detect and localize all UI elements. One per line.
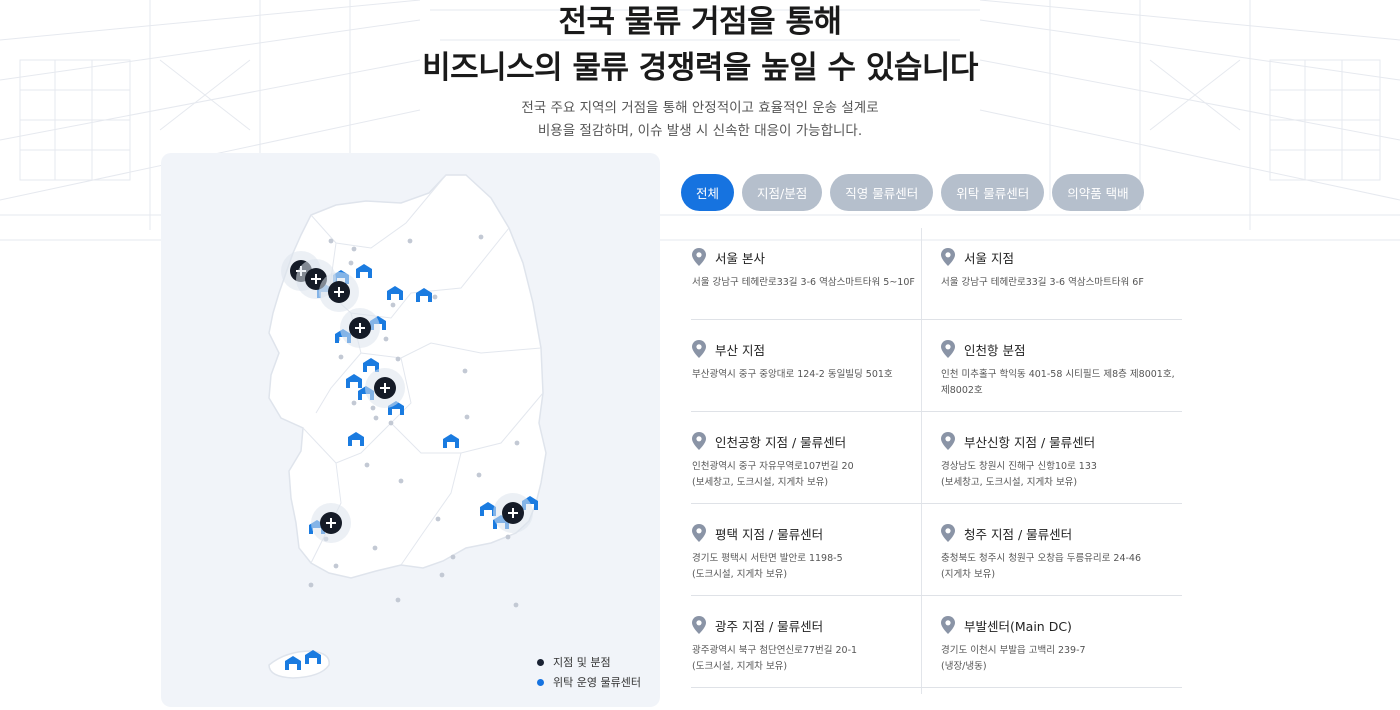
- location-name: 서울 본사: [715, 250, 765, 266]
- location-name: 인천항 분점: [964, 342, 1026, 358]
- location-address: 경상남도 창원시 진해구 신항10로 133 (보세창고, 도크시설, 지게차 …: [941, 461, 1097, 488]
- city-dot: [439, 572, 445, 578]
- map-pin-icon: [692, 248, 706, 266]
- map-pin-icon: [692, 432, 706, 450]
- location-address: 부산광역시 중구 중앙대로 124-2 동일빌딩 501호: [692, 369, 893, 380]
- branch-marker-icon[interactable]: [319, 272, 359, 312]
- location-item[interactable]: 서울 지점 서울 강남구 테헤란로33길 3-6 역삼스마트타워 6F: [941, 248, 1181, 291]
- city-dot: [351, 246, 357, 252]
- location-name: 광주 지점 / 물류센터: [715, 618, 824, 634]
- location-item[interactable]: 인천공항 지점 / 물류센터 인천광역시 중구 자유무역로107번길 20 (보…: [692, 432, 932, 490]
- city-dot: [395, 597, 401, 603]
- korea-map-card: 지점 및 분점 위탁 운영 물류센터: [161, 153, 660, 707]
- korea-map: [268, 174, 547, 679]
- city-dot: [373, 415, 379, 421]
- tab-all[interactable]: 전체: [681, 174, 735, 211]
- page-title-line1: 전국 물류 거점을 통해: [558, 4, 842, 40]
- map-pin-icon: [941, 248, 955, 266]
- legend-label: 지점 및 분점: [553, 656, 611, 669]
- tab-consigned-center[interactable]: 위탁 물류센터: [941, 174, 1045, 211]
- legend-dot-icon: [537, 658, 544, 666]
- map-pin-icon: [692, 616, 706, 634]
- location-name: 부발센터(Main DC): [964, 618, 1072, 634]
- location-address: 서울 강남구 테헤란로33길 3-6 역삼스마트타워 5~10F: [692, 277, 915, 288]
- page-title-line2: 비즈니스의 물류 경쟁력을 높일 수 있습니다: [422, 50, 978, 86]
- location-row: 광주 지점 / 물류센터 광주광역시 북구 첨단연신로77번길 20-1 (도크…: [691, 596, 1182, 688]
- map-pin-icon: [692, 340, 706, 358]
- location-address: 충청북도 청주시 청원구 오창읍 두릉유리로 24-46 (지게차 보유): [941, 553, 1142, 580]
- location-address: 경기도 평택시 서탄면 발안로 1198-5 (도크시설, 지게차 보유): [692, 553, 843, 580]
- location-item[interactable]: 인천항 분점 인천 미추홀구 학익동 401-58 시티필드 제8층 제8001…: [941, 340, 1181, 398]
- map-pin-icon: [941, 524, 955, 542]
- city-dot: [351, 400, 357, 406]
- location-address: 인천 미추홀구 학익동 401-58 시티필드 제8층 제8001호, 제800…: [941, 369, 1175, 396]
- legend-label: 위탁 운영 물류센터: [553, 676, 641, 689]
- city-dot: [383, 336, 389, 342]
- legend-dot-icon: [537, 678, 544, 686]
- city-dot: [364, 462, 370, 468]
- city-dot: [513, 602, 519, 608]
- city-dot: [450, 554, 456, 560]
- city-dot: [398, 478, 404, 484]
- city-dot: [395, 356, 401, 362]
- branch-marker-icon[interactable]: [493, 493, 533, 533]
- location-item[interactable]: 부발센터(Main DC) 경기도 이천시 부발읍 고백리 239-7 (냉장/…: [941, 616, 1181, 674]
- location-name: 부산 지점: [715, 342, 765, 358]
- city-dot: [338, 354, 344, 360]
- location-filter-tabs: 전체 지점/분점 직영 물류센터 위탁 물류센터 의약품 택배: [681, 174, 1152, 211]
- location-item[interactable]: 광주 지점 / 물류센터 광주광역시 북구 첨단연신로77번길 20-1 (도크…: [692, 616, 932, 674]
- branch-marker-icon[interactable]: [365, 368, 405, 408]
- city-dot: [464, 414, 470, 420]
- city-dot: [432, 294, 438, 300]
- city-dot: [308, 582, 314, 588]
- city-dot: [407, 238, 413, 244]
- city-dot: [328, 238, 334, 244]
- location-list: 서울 본사 서울 강남구 테헤란로33길 3-6 역삼스마트타워 5~10F 서…: [691, 228, 1182, 694]
- tab-pharma-delivery[interactable]: 의약품 택배: [1052, 174, 1144, 211]
- location-name: 평택 지점 / 물류센터: [715, 526, 824, 542]
- city-dot: [462, 368, 468, 374]
- map-pin-icon: [941, 616, 955, 634]
- location-address: 경기도 이천시 부발읍 고백리 239-7 (냉장/냉동): [941, 645, 1086, 672]
- branch-marker-icon[interactable]: [311, 503, 351, 543]
- city-dot: [390, 302, 396, 308]
- city-dot: [514, 440, 520, 446]
- location-row: 서울 본사 서울 강남구 테헤란로33길 3-6 역삼스마트타워 5~10F 서…: [691, 228, 1182, 320]
- map-pin-icon: [692, 524, 706, 542]
- location-row: 인천공항 지점 / 물류센터 인천광역시 중구 자유무역로107번길 20 (보…: [691, 412, 1182, 504]
- city-dot: [435, 516, 441, 522]
- location-address: 인천광역시 중구 자유무역로107번길 20 (보세창고, 도크시설, 지게차 …: [692, 461, 854, 488]
- location-item[interactable]: 평택 지점 / 물류센터 경기도 평택시 서탄면 발안로 1198-5 (도크시…: [692, 524, 932, 582]
- page-description-line2: 비용을 절감하며, 이슈 발생 시 신속한 대응이 가능합니다.: [537, 123, 863, 139]
- tab-branch[interactable]: 지점/분점: [742, 174, 823, 211]
- location-item[interactable]: 서울 본사 서울 강남구 테헤란로33길 3-6 역삼스마트타워 5~10F: [692, 248, 932, 291]
- location-item[interactable]: 부산 지점 부산광역시 중구 중앙대로 124-2 동일빌딩 501호: [692, 340, 932, 383]
- city-dot: [388, 420, 394, 426]
- city-dot: [333, 563, 339, 569]
- legend-item-warehouse: 위탁 운영 물류센터: [537, 672, 641, 692]
- location-item[interactable]: 청주 지점 / 물류센터 충청북도 청주시 청원구 오창읍 두릉유리로 24-4…: [941, 524, 1181, 582]
- city-dot: [372, 545, 378, 551]
- map-pin-icon: [941, 340, 955, 358]
- location-name: 서울 지점: [964, 250, 1014, 266]
- location-address: 서울 강남구 테헤란로33길 3-6 역삼스마트타워 6F: [941, 277, 1144, 288]
- map-pin-icon: [941, 432, 955, 450]
- location-name: 인천공항 지점 / 물류센터: [715, 434, 847, 450]
- legend-item-branch: 지점 및 분점: [537, 652, 641, 672]
- branch-marker-icon[interactable]: [340, 308, 380, 348]
- location-row: 부산 지점 부산광역시 중구 중앙대로 124-2 동일빌딩 501호 인천항 …: [691, 320, 1182, 412]
- location-name: 청주 지점 / 물류센터: [964, 526, 1073, 542]
- city-dot: [370, 405, 376, 411]
- location-item[interactable]: 부산신항 지점 / 물류센터 경상남도 창원시 진해구 신항10로 133 (보…: [941, 432, 1181, 490]
- page-description-line1: 전국 주요 지역의 거점을 통해 안정적이고 효율적인 운송 설계로: [521, 100, 879, 116]
- map-legend: 지점 및 분점 위탁 운영 물류센터: [537, 652, 641, 692]
- location-address: 광주광역시 북구 첨단연신로77번길 20-1 (도크시설, 지게차 보유): [692, 645, 858, 672]
- tab-direct-center[interactable]: 직영 물류센터: [830, 174, 934, 211]
- city-dot: [478, 234, 484, 240]
- city-dot: [348, 260, 354, 266]
- city-dot: [505, 534, 511, 540]
- city-dot: [476, 472, 482, 478]
- location-name: 부산신항 지점 / 물류센터: [964, 434, 1096, 450]
- location-row: 평택 지점 / 물류센터 경기도 평택시 서탄면 발안로 1198-5 (도크시…: [691, 504, 1182, 596]
